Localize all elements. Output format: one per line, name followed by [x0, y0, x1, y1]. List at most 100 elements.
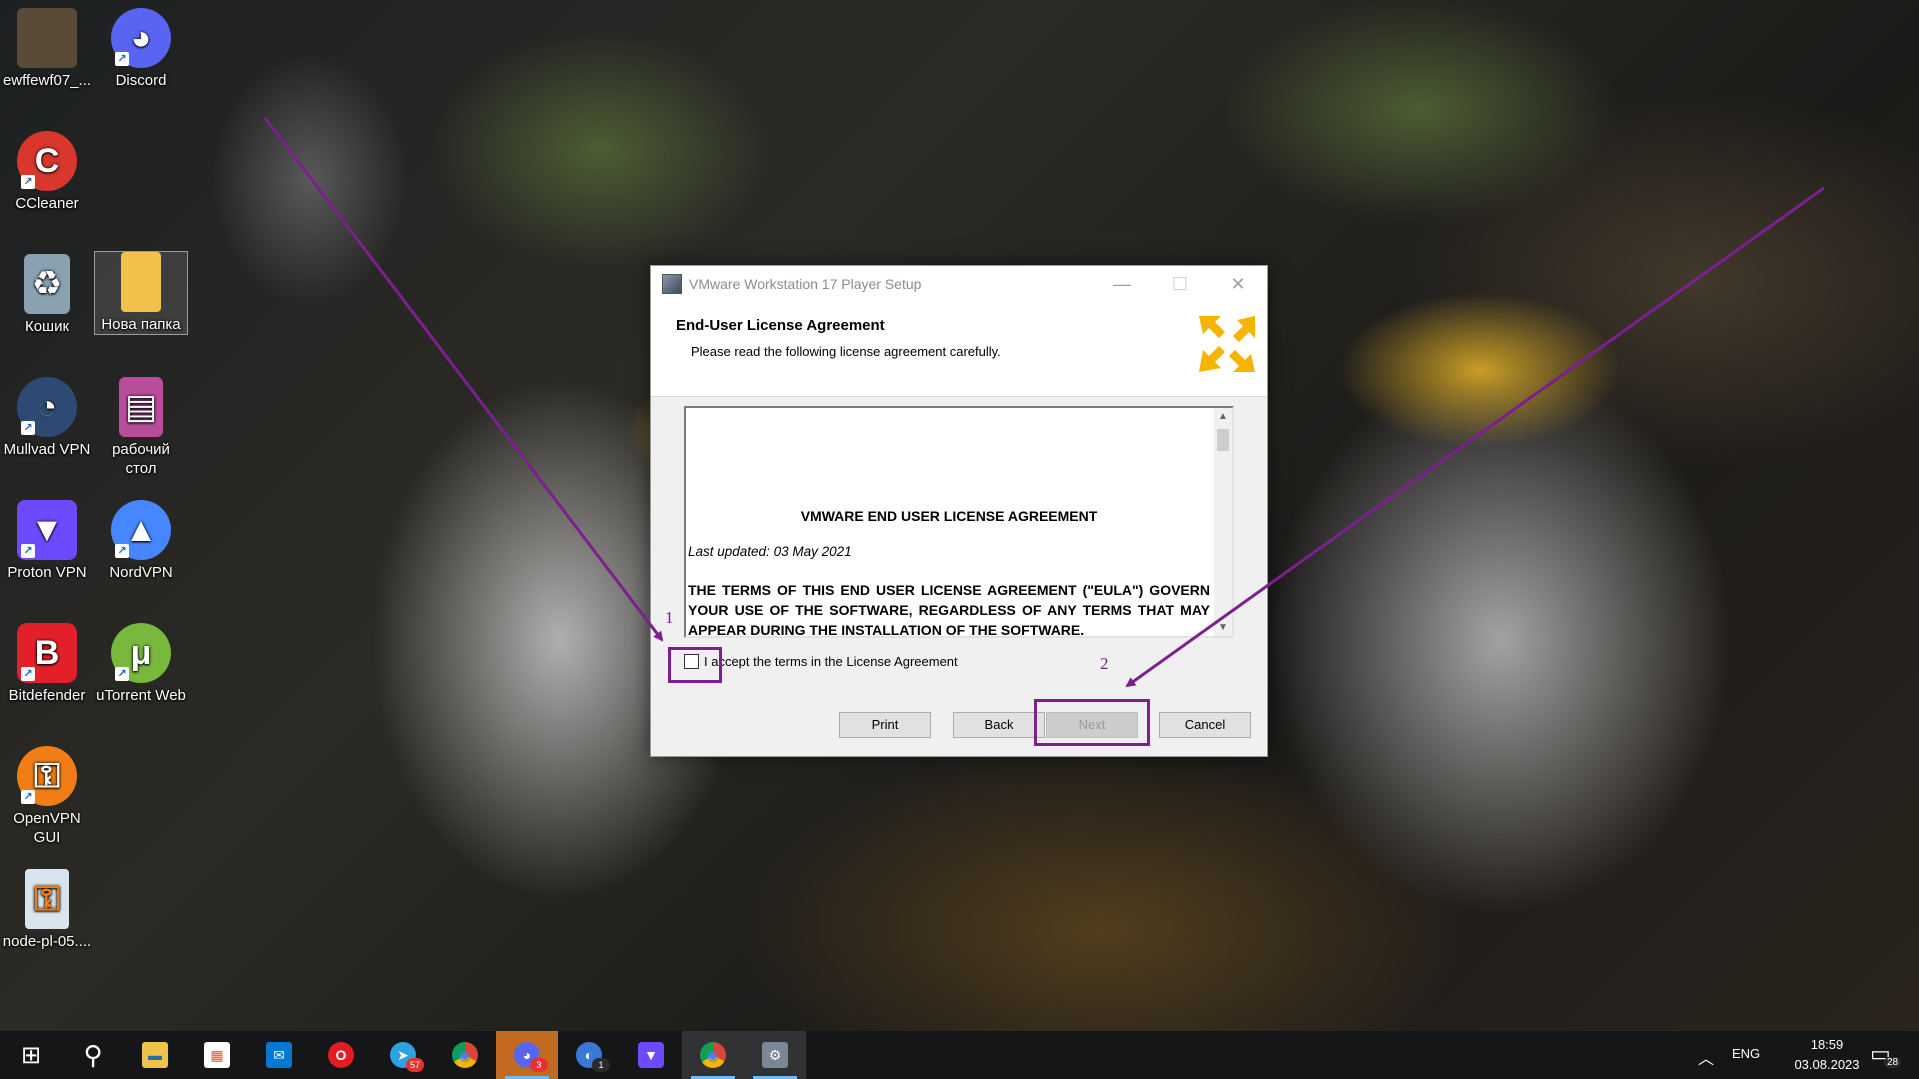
- dialog-titlebar[interactable]: VMware Workstation 17 Player Setup — ☐ ✕: [651, 266, 1267, 302]
- print-button[interactable]: Print: [839, 712, 931, 738]
- eula-heading: VMWARE END USER LICENSE AGREEMENT: [800, 508, 1098, 524]
- discord-badge: 3: [530, 1058, 548, 1072]
- shortcut-arrow-icon: ↗: [21, 790, 35, 804]
- utorrent-icon: μ ↗: [111, 623, 171, 683]
- desktop-icon-label: NordVPN: [109, 564, 173, 581]
- eula-paragraph: THE TERMS OF THIS END USER LICENSE AGREE…: [688, 582, 1210, 638]
- taskbar-chrome-2[interactable]: ◉: [682, 1031, 744, 1079]
- taskbar-app-1[interactable]: ◐ 1: [558, 1031, 620, 1079]
- desktop-icon-label: OpenVPN GUI: [13, 810, 81, 846]
- installer-icon: ⚙: [762, 1042, 788, 1068]
- shortcut-arrow-icon: ↗: [115, 667, 129, 681]
- minimize-button[interactable]: —: [1093, 266, 1151, 302]
- taskbar-store[interactable]: ▦: [186, 1031, 248, 1079]
- folder-icon: [121, 252, 161, 312]
- taskbar-opera[interactable]: O: [310, 1031, 372, 1079]
- cancel-button[interactable]: Cancel: [1159, 712, 1251, 738]
- eula-scrollbar[interactable]: ▲ ▼: [1214, 408, 1232, 636]
- mail-icon: ✉: [266, 1042, 292, 1068]
- bitdefender-icon: B ↗: [17, 623, 77, 683]
- taskbar-file-explorer[interactable]: ▬: [124, 1031, 186, 1079]
- archive-icon: ▤: [119, 377, 163, 437]
- ccleaner-icon: C ↗: [17, 131, 77, 191]
- desktop-icon-proton-vpn[interactable]: ▼ ↗ Proton VPN: [1, 500, 93, 582]
- setup-dialog: VMware Workstation 17 Player Setup — ☐ ✕…: [650, 265, 1268, 757]
- notification-count: 28: [1884, 1057, 1902, 1068]
- start-button[interactable]: ⊞: [0, 1031, 62, 1079]
- annotation-box-checkbox: [668, 647, 722, 683]
- taskbar-telegram[interactable]: ➤ 57: [372, 1031, 434, 1079]
- desktop-icon-label: Discord: [115, 72, 167, 89]
- desktop-icon-openvpn[interactable]: ⚿ ↗ OpenVPN GUI: [1, 746, 93, 847]
- desktop-icon-bitdefender[interactable]: B ↗ Bitdefender: [1, 623, 93, 705]
- shortcut-arrow-icon: ↗: [21, 667, 35, 681]
- desktop-icon-node-config[interactable]: ⚿ node-pl-05....: [1, 869, 93, 951]
- search-button[interactable]: ⚲: [62, 1031, 124, 1079]
- dialog-header: End-User License Agreement Please read t…: [651, 302, 1267, 397]
- annotation-arrow-1: [263, 117, 664, 642]
- desktop-icon-label: рабочий стол: [112, 441, 170, 477]
- desktop-icon-work-desk[interactable]: ▤ рабочий стол: [95, 377, 187, 478]
- close-icon: ✕: [1230, 273, 1246, 294]
- accept-terms-label[interactable]: I accept the terms in the License Agreem…: [704, 654, 958, 669]
- telegram-badge: 57: [406, 1058, 424, 1072]
- scroll-down-icon[interactable]: ▼: [1214, 619, 1232, 636]
- annotation-label-1: 1: [665, 608, 674, 627]
- desktop-icon-discord[interactable]: ◕ ↗ Discord: [95, 8, 187, 90]
- vmware-logo-icon: [1199, 316, 1255, 372]
- desktop-icon-label: Proton VPN: [7, 564, 87, 581]
- taskbar-proton-vpn[interactable]: ▼: [620, 1031, 682, 1079]
- scroll-thumb[interactable]: [1217, 429, 1229, 451]
- desktop-icon-nordvpn[interactable]: ▲ ↗ NordVPN: [95, 500, 187, 582]
- desktop-icon-ccleaner[interactable]: C ↗ CCleaner: [1, 131, 93, 213]
- minimize-icon: —: [1113, 273, 1131, 294]
- desktop-icon-label: ewffewf07_...: [2, 72, 92, 89]
- header-subtitle: Please read the following license agreem…: [691, 344, 1001, 359]
- openvpn-icon: ⚿ ↗: [17, 746, 77, 806]
- desktop-icon-label: Кошик: [24, 318, 70, 335]
- taskbar-chrome[interactable]: ◉: [434, 1031, 496, 1079]
- opera-icon: O: [328, 1042, 354, 1068]
- taskbar-mail[interactable]: ✉: [248, 1031, 310, 1079]
- recycle-bin-icon: ♻: [24, 254, 70, 314]
- maximize-button: ☐: [1151, 266, 1209, 302]
- taskbar-discord[interactable]: ◕ 3: [496, 1031, 558, 1079]
- desktop-icon-ewffewf07[interactable]: ewffewf07_...: [1, 8, 93, 90]
- desktop-icon-mullvad[interactable]: ◔ ↗ Mullvad VPN: [1, 377, 93, 459]
- scroll-up-icon[interactable]: ▲: [1214, 408, 1232, 425]
- clock-date[interactable]: 03.08.2023: [1792, 1057, 1862, 1072]
- eula-textbox[interactable]: VMWARE END USER LICENSE AGREEMENT Last u…: [684, 406, 1234, 638]
- accept-terms-row[interactable]: I accept the terms in the License Agreem…: [684, 654, 958, 669]
- proton-vpn-icon: ▼ ↗: [17, 500, 77, 560]
- app-badge: 1: [592, 1058, 610, 1072]
- desktop-icon-recycle-bin[interactable]: ♻ Кошик: [1, 254, 93, 336]
- store-icon: ▦: [204, 1042, 230, 1068]
- desktop-icon-new-folder[interactable]: Нова папка: [94, 251, 188, 335]
- image-file-icon: [17, 8, 77, 68]
- close-button[interactable]: ✕: [1209, 266, 1267, 302]
- taskbar: ⊞ ⚲ ▬ ▦ ✉ O ➤ 57 ◉ ◕ 3 ◐ 1 ▼ ◉ ⚙ ︿ ENG 18:5…: [0, 1031, 1919, 1079]
- file-explorer-icon: ▬: [142, 1042, 168, 1068]
- windows-icon: ⊞: [20, 1041, 42, 1069]
- dialog-title: VMware Workstation 17 Player Setup: [689, 276, 922, 292]
- header-title: End-User License Agreement: [676, 317, 885, 334]
- shortcut-arrow-icon: ↗: [115, 52, 129, 66]
- language-indicator[interactable]: ENG: [1732, 1046, 1760, 1061]
- clock-time[interactable]: 18:59: [1792, 1037, 1862, 1052]
- desktop-icon-label: node-pl-05....: [2, 933, 92, 950]
- proton-vpn-icon: ▼: [638, 1042, 664, 1068]
- maximize-icon: ☐: [1171, 273, 1189, 294]
- taskbar-setup[interactable]: ⚙: [744, 1031, 806, 1079]
- desktop-icon-utorrent[interactable]: μ ↗ uTorrent Web: [95, 623, 187, 705]
- desktop-icon-label: Bitdefender: [8, 687, 86, 704]
- desktop-icon-label: CCleaner: [15, 195, 79, 212]
- nordvpn-icon: ▲ ↗: [111, 500, 171, 560]
- search-icon: ⚲: [83, 1039, 103, 1070]
- chrome-icon: ◉: [700, 1042, 726, 1068]
- back-button[interactable]: Back: [953, 712, 1045, 738]
- mullvad-icon: ◔ ↗: [17, 377, 77, 437]
- desktop-icon-label: Нова папка: [101, 316, 181, 333]
- shortcut-arrow-icon: ↗: [115, 544, 129, 558]
- tray-overflow-icon[interactable]: ︿: [1698, 1045, 1714, 1069]
- ovpn-file-icon: ⚿: [25, 869, 69, 929]
